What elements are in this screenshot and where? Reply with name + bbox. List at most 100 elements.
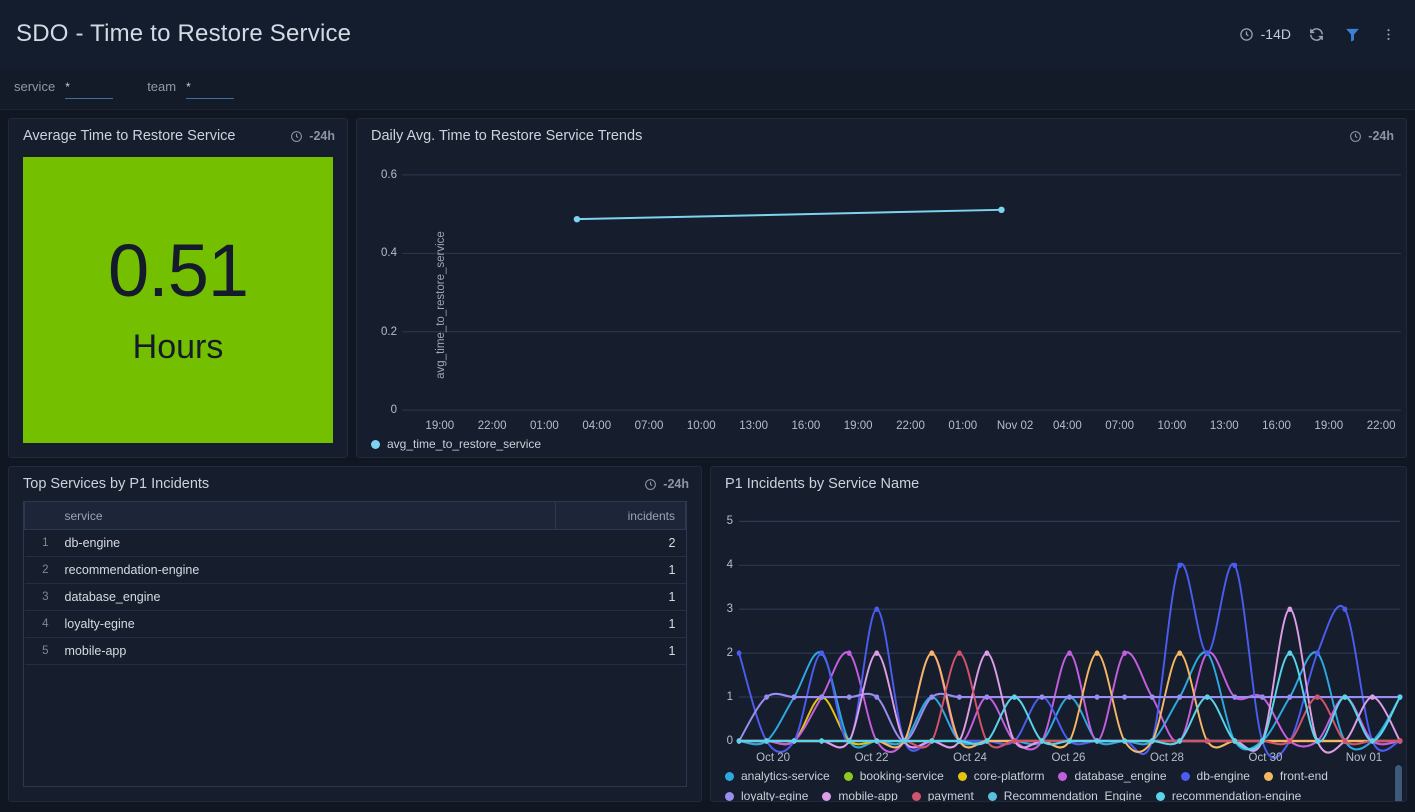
cell-incidents: 1 bbox=[556, 584, 686, 611]
legend-color-dot bbox=[822, 792, 831, 801]
panel-body: avg_time_to_restore_service 00.20.40.6 1… bbox=[357, 153, 1406, 457]
variable-service-value[interactable]: * bbox=[65, 81, 113, 99]
x-tick-label: Oct 24 bbox=[944, 752, 996, 764]
table-header: service incidents bbox=[25, 502, 686, 530]
more-vertical-icon[interactable] bbox=[1377, 23, 1399, 45]
legend-item[interactable]: db-engine bbox=[1181, 769, 1250, 783]
trends-plot bbox=[357, 153, 1406, 457]
variable-team-value[interactable]: * bbox=[186, 81, 234, 99]
legend-item[interactable]: booking-service bbox=[844, 769, 944, 783]
table-row[interactable]: 3database_engine1 bbox=[25, 584, 686, 611]
panel-title: Average Time to Restore Service bbox=[23, 128, 236, 144]
x-tick-label: 19:00 bbox=[414, 420, 466, 432]
dashboard-row-1: Average Time to Restore Service -24h 0.5… bbox=[8, 118, 1407, 458]
panel-body: service incidents 1db-engine22recommenda… bbox=[9, 501, 701, 801]
column-header-service[interactable]: service bbox=[55, 502, 556, 530]
services-table-container[interactable]: service incidents 1db-engine22recommenda… bbox=[23, 501, 687, 787]
x-tick-label: 19:00 bbox=[1303, 420, 1355, 432]
row-index: 3 bbox=[25, 584, 55, 611]
x-tick-label: Nov 01 bbox=[1338, 752, 1390, 764]
legend-item[interactable]: Recommendation_Engine bbox=[988, 789, 1142, 801]
table-row[interactable]: 1db-engine2 bbox=[25, 530, 686, 557]
refresh-icon[interactable] bbox=[1305, 23, 1327, 45]
legend-label: core-platform bbox=[974, 769, 1045, 783]
legend-color-dot bbox=[912, 792, 921, 801]
legend-color-dot bbox=[1058, 772, 1067, 781]
x-tick-label: 22:00 bbox=[466, 420, 518, 432]
clock-icon bbox=[1239, 27, 1254, 42]
stat-unit: Hours bbox=[133, 328, 224, 367]
panel-body: 0.51 Hours bbox=[9, 153, 347, 457]
legend-item[interactable]: recommendation-engine bbox=[1156, 789, 1301, 801]
panel-header: P1 Incidents by Service Name bbox=[711, 467, 1406, 501]
cell-service: db-engine bbox=[55, 530, 556, 557]
trends-chart[interactable]: avg_time_to_restore_service 00.20.40.6 1… bbox=[357, 153, 1406, 457]
legend-label: loyalty-egine bbox=[741, 789, 808, 801]
y-tick-label: 3 bbox=[711, 603, 733, 615]
incidents-chart[interactable]: 012345 Oct 20Oct 22Oct 24Oct 26Oct 28Oct… bbox=[711, 501, 1406, 801]
x-tick-label: 22:00 bbox=[884, 420, 936, 432]
variable-service: service * bbox=[14, 79, 113, 99]
panel-p1-incidents-by-service-name: P1 Incidents by Service Name 012345 Oct … bbox=[710, 466, 1407, 802]
legend-label: database_engine bbox=[1074, 769, 1166, 783]
legend-color-dot bbox=[725, 772, 734, 781]
legend-color-dot bbox=[1264, 772, 1273, 781]
legend-item[interactable]: mobile-app bbox=[822, 789, 897, 801]
legend-item[interactable]: payment bbox=[912, 789, 974, 801]
x-tick-label: 07:00 bbox=[623, 420, 675, 432]
y-tick-label: 2 bbox=[711, 647, 733, 659]
row-index: 4 bbox=[25, 611, 55, 638]
y-tick-label: 0.4 bbox=[357, 247, 397, 259]
legend-item[interactable]: core-platform bbox=[958, 769, 1045, 783]
cell-incidents: 2 bbox=[556, 530, 686, 557]
column-header-incidents[interactable]: incidents bbox=[556, 502, 686, 530]
x-tick-label: Nov 02 bbox=[989, 420, 1041, 432]
panel-time-range: -24h bbox=[290, 129, 335, 143]
table-row[interactable]: 5mobile-app1 bbox=[25, 638, 686, 665]
table-header-row: service incidents bbox=[25, 502, 686, 530]
row-index: 1 bbox=[25, 530, 55, 557]
panel-time-range: -24h bbox=[1349, 129, 1394, 143]
trends-y-axis-title: avg_time_to_restore_service bbox=[435, 231, 447, 379]
incidents-legend: analytics-service booking-service core-pla… bbox=[725, 769, 1382, 801]
dashboard-grid: Average Time to Restore Service -24h 0.5… bbox=[0, 110, 1415, 802]
x-tick-label: 22:00 bbox=[1355, 420, 1406, 432]
legend-label: avg_time_to_restore_service bbox=[387, 437, 541, 451]
legend-color-dot bbox=[958, 772, 967, 781]
legend-label: mobile-app bbox=[838, 789, 897, 801]
x-tick-label: 10:00 bbox=[1146, 420, 1198, 432]
x-tick-label: 01:00 bbox=[937, 420, 989, 432]
page-title: SDO - Time to Restore Service bbox=[16, 20, 351, 48]
legend-item[interactable]: loyalty-egine bbox=[725, 789, 808, 801]
y-tick-label: 0.2 bbox=[357, 326, 397, 338]
legend-scrollbar[interactable] bbox=[1394, 763, 1403, 801]
filter-icon[interactable] bbox=[1341, 23, 1363, 45]
legend-color-dot bbox=[1181, 772, 1190, 781]
legend-item[interactable]: front-end bbox=[1264, 769, 1328, 783]
legend-scrollbar-thumb[interactable] bbox=[1395, 765, 1402, 801]
panel-time-range: -24h bbox=[644, 477, 689, 491]
legend-item[interactable]: analytics-service bbox=[725, 769, 830, 783]
panel-top-services-by-p1-incidents: Top Services by P1 Incidents -24h bbox=[8, 466, 702, 802]
x-tick-label: 16:00 bbox=[1251, 420, 1303, 432]
stat-value: 0.51 bbox=[108, 234, 248, 308]
x-tick-label: 13:00 bbox=[1198, 420, 1250, 432]
legend-label: Recommendation_Engine bbox=[1004, 789, 1142, 801]
trends-legend: avg_time_to_restore_service bbox=[371, 437, 1396, 451]
legend-item[interactable]: avg_time_to_restore_service bbox=[371, 437, 541, 451]
table-row[interactable]: 4loyalty-egine1 bbox=[25, 611, 686, 638]
panel-time-range-label: -24h bbox=[1368, 129, 1394, 143]
legend-item[interactable]: database_engine bbox=[1058, 769, 1166, 783]
legend-label: recommendation-engine bbox=[1172, 789, 1301, 801]
variable-team-label: team bbox=[147, 79, 176, 94]
legend-color-dot bbox=[371, 440, 380, 449]
legend-label: front-end bbox=[1280, 769, 1328, 783]
y-tick-label: 0 bbox=[711, 735, 733, 747]
table-row[interactable]: 2recommendation-engine1 bbox=[25, 557, 686, 584]
time-range-picker[interactable]: -14D bbox=[1239, 26, 1291, 42]
y-tick-label: 4 bbox=[711, 559, 733, 571]
cell-service: recommendation-engine bbox=[55, 557, 556, 584]
x-tick-label: 13:00 bbox=[728, 420, 780, 432]
panel-header: Average Time to Restore Service -24h bbox=[9, 119, 347, 153]
clock-icon bbox=[290, 130, 303, 143]
